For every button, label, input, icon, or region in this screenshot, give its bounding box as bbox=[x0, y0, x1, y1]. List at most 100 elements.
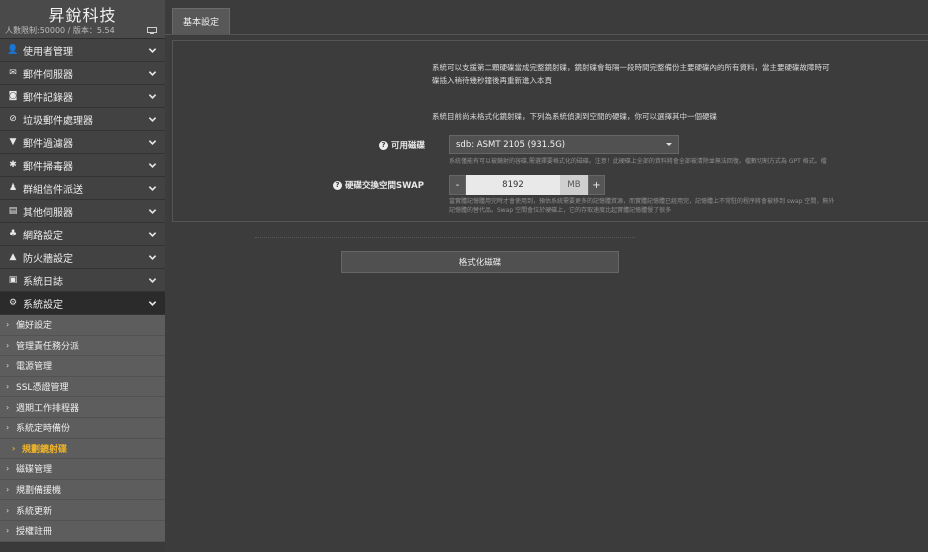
submenu-item[interactable]: › 管理責任務分派 bbox=[0, 335, 165, 357]
sidebar-item-bug[interactable]: ✱ 郵件掃毒器 bbox=[0, 154, 165, 177]
description-line-3: 系統目前尚未格式化鏡射碟，下列為系統偵測到空閒的硬碟，你可以選擇其中一個硬碟 bbox=[432, 112, 717, 121]
sidebar-item-fire-truck[interactable]: ▲ 防火牆設定 bbox=[0, 246, 165, 269]
submenu-item[interactable]: › 電源管理 bbox=[0, 356, 165, 377]
sidebar-item-label: 郵件伺服器 bbox=[23, 69, 73, 81]
disk-select[interactable]: sdb: ASMT 2105 (931.5G) bbox=[449, 135, 679, 154]
submenu-item-label: 管理責任務分派 bbox=[16, 341, 80, 352]
tab-bar: 基本設定 bbox=[165, 0, 928, 35]
swap-stepper: - MB + bbox=[449, 175, 605, 195]
chevron-right-icon: › bbox=[6, 526, 10, 536]
bug-icon: ✱ bbox=[9, 160, 17, 170]
nav-list: 👤 使用者管理 ✉ 郵件伺服器 ◙ 郵件記錄器 ⊘ 垃圾郵件處理器 ▼ 郵件過濾器 ✱ 郵件掃毒器 ♟ 群… bbox=[0, 39, 165, 315]
fire-truck-icon: ▲ bbox=[9, 252, 17, 262]
chevron-right-icon: › bbox=[12, 443, 16, 453]
chevron-right-icon: › bbox=[6, 361, 10, 371]
disk-hint: 系統僅能有可以被鏡射的容碟,需選擇要格式化的磁碟。注意！此硬碟上全部的資料將會全… bbox=[449, 158, 827, 165]
format-disk-button[interactable]: 格式化磁碟 bbox=[341, 251, 619, 273]
submenu-item[interactable]: › 磁碟管理 bbox=[0, 459, 165, 480]
chevron-down-icon bbox=[148, 70, 157, 76]
monitor-icon[interactable] bbox=[147, 27, 157, 34]
sidebar-item-cogs[interactable]: ⚙ 系統設定 bbox=[0, 292, 165, 315]
submenu-item-label: 週期工作排程器 bbox=[16, 403, 80, 414]
camera-icon: ◙ bbox=[8, 91, 18, 101]
description-line-1: 系統可以支援第二顆硬碟當成完整鏡射碟，鏡射碟會每隔一段時間完整備份主要硬碟內的所… bbox=[432, 63, 830, 72]
submenu-item[interactable]: › 偏好設定 bbox=[0, 315, 165, 336]
server-icon: ▤ bbox=[8, 206, 18, 216]
swap-hint-line-1: 當實體記憶體用完時才會使用到，預估系統需要更多的記憶體資源，而實體記憶體已經用完… bbox=[449, 198, 835, 205]
swap-hint-line-2: 記憶體的替代品。Swap 空間會位於硬碟上，它的存取速度比起實體記憶體慢了很多 bbox=[449, 207, 672, 214]
chevron-down-icon bbox=[148, 231, 157, 237]
tab-basic-settings[interactable]: 基本設定 bbox=[172, 8, 230, 34]
brand-title: 昇銳科技 bbox=[48, 6, 117, 25]
chevron-down-icon bbox=[148, 116, 157, 122]
chevron-right-icon: › bbox=[6, 382, 10, 392]
disk-field-label: ? 可用磁碟 bbox=[379, 139, 425, 151]
submenu-item[interactable]: › 系統定時備份 bbox=[0, 417, 165, 439]
cogs-icon: ⚙ bbox=[8, 298, 18, 308]
license-version-info: 人數限制:50000 / 版本：5.54 bbox=[5, 26, 115, 35]
sidebar-item-label: 垃圾郵件處理器 bbox=[23, 115, 93, 127]
sidebar-item-user[interactable]: 👤 使用者管理 bbox=[0, 39, 165, 62]
chevron-down-icon bbox=[148, 208, 157, 214]
chevron-down-icon bbox=[148, 277, 157, 283]
swap-label-text: 硬碟交換空間SWAP bbox=[345, 181, 424, 191]
submenu-item[interactable]: › 規劃備援機 bbox=[0, 479, 165, 501]
swap-increment-button[interactable]: + bbox=[588, 175, 605, 195]
submenu-item[interactable]: › 系統更新 bbox=[0, 500, 165, 521]
help-icon[interactable]: ? bbox=[333, 180, 342, 190]
sidebar-item-label: 群組信件派送 bbox=[23, 184, 83, 196]
sidebar-item-envelope[interactable]: ✉ 郵件伺服器 bbox=[0, 62, 165, 85]
submenu-item[interactable]: › 規劃鏡射碟 bbox=[0, 438, 165, 460]
chevron-right-icon: › bbox=[6, 423, 10, 433]
sidebar-item-label: 網路設定 bbox=[23, 230, 63, 242]
chevron-down-icon bbox=[148, 139, 157, 145]
submenu-item[interactable]: › SSL憑證管理 bbox=[0, 376, 165, 398]
submenu-item-label: 授權註冊 bbox=[16, 527, 53, 538]
chevron-right-icon: › bbox=[6, 485, 10, 495]
film-icon: ▣ bbox=[8, 275, 18, 285]
sidebar-item-label: 郵件掃毒器 bbox=[23, 161, 73, 173]
sidebar-item-group[interactable]: ♟ 群組信件派送 bbox=[0, 177, 165, 200]
sidebar: 昇銳科技 人數限制:50000 / 版本：5.54 👤 使用者管理 ✉ 郵件伺服器 ◙ 郵… bbox=[0, 0, 165, 552]
sidebar-item-label: 使用者管理 bbox=[23, 46, 73, 58]
sidebar-item-label: 郵件記錄器 bbox=[23, 92, 73, 104]
disk-select-value: sdb: ASMT 2105 (931.5G) bbox=[456, 139, 566, 150]
sidebar-item-label: 其他伺服器 bbox=[23, 207, 73, 219]
sidebar-item-label: 防火牆設定 bbox=[23, 253, 73, 265]
sidebar-item-server[interactable]: ▤ 其他伺服器 bbox=[0, 200, 165, 223]
ban-icon: ⊘ bbox=[9, 114, 17, 124]
chevron-right-icon: › bbox=[6, 340, 10, 350]
help-icon[interactable]: ? bbox=[379, 140, 388, 150]
description-line-2: 碟插入稍待幾秒鐘後再重新進入本頁 bbox=[432, 76, 552, 85]
sidebar-item-filter[interactable]: ▼ 郵件過濾器 bbox=[0, 131, 165, 154]
settings-panel: 系統可以支援第二顆硬碟當成完整鏡射碟，鏡射碟會每隔一段時間完整備份主要硬碟內的所… bbox=[172, 40, 928, 222]
chevron-down-icon bbox=[148, 185, 157, 191]
divider bbox=[255, 237, 635, 238]
chevron-down-icon bbox=[148, 47, 157, 53]
swap-decrement-button[interactable]: - bbox=[449, 175, 466, 195]
sitemap-icon: ♣ bbox=[8, 229, 18, 239]
group-icon: ♟ bbox=[8, 183, 18, 193]
chevron-down-icon bbox=[148, 93, 157, 99]
swap-field-label: ? 硬碟交換空間SWAP bbox=[333, 179, 424, 191]
submenu-item-label: 偏好設定 bbox=[16, 321, 53, 332]
submenu-item[interactable]: › 授權註冊 bbox=[0, 520, 165, 542]
swap-unit-label: MB bbox=[560, 175, 588, 195]
submenu-item[interactable]: › 週期工作排程器 bbox=[0, 397, 165, 418]
swap-size-input[interactable] bbox=[466, 175, 560, 195]
caret-down-icon bbox=[666, 143, 672, 146]
disk-label-text: 可用磁碟 bbox=[391, 141, 426, 151]
chevron-down-icon bbox=[148, 162, 157, 168]
chevron-right-icon: › bbox=[6, 505, 10, 515]
sidebar-item-ban[interactable]: ⊘ 垃圾郵件處理器 bbox=[0, 108, 165, 131]
submenu-item-label: 電源管理 bbox=[16, 362, 53, 373]
sidebar-item-film[interactable]: ▣ 系統日誌 bbox=[0, 269, 165, 292]
chevron-down-icon bbox=[148, 300, 157, 306]
filter-icon: ▼ bbox=[9, 137, 17, 147]
submenu-item-label: SSL憑證管理 bbox=[16, 383, 69, 394]
sidebar-item-camera[interactable]: ◙ 郵件記錄器 bbox=[0, 85, 165, 108]
submenu-item-label: 系統更新 bbox=[16, 506, 53, 517]
chevron-right-icon: › bbox=[6, 402, 10, 412]
sidebar-item-sitemap[interactable]: ♣ 網路設定 bbox=[0, 223, 165, 246]
submenu-item-label: 磁碟管理 bbox=[16, 465, 53, 476]
